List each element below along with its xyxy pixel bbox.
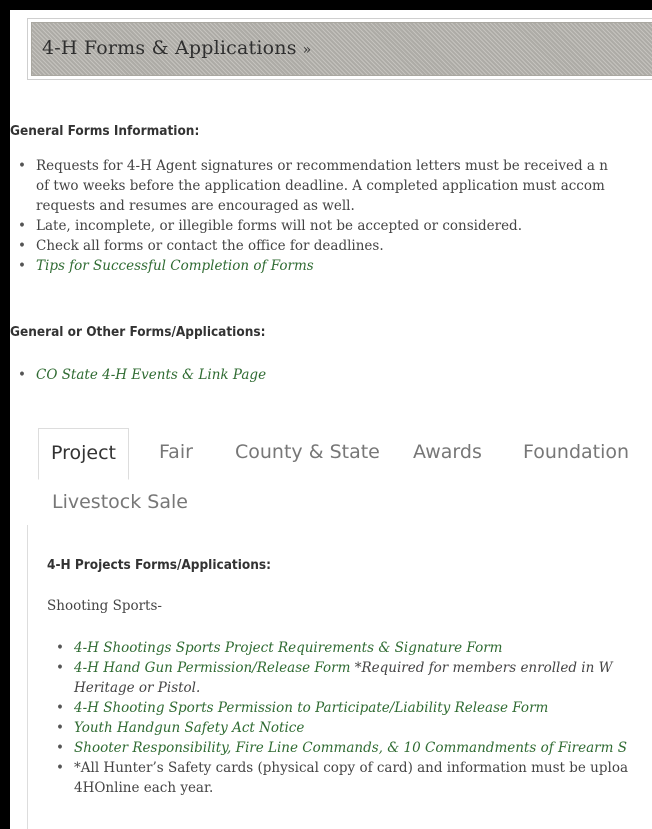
general-forms-item[interactable]: Tips for Successful Completion of Forms [10,256,608,276]
other-forms-item[interactable]: CO State 4-H Events & Link Page [10,365,266,385]
project-form-link[interactable]: 4-H Shootings Sports Project Requirement… [74,640,502,656]
other-forms-list: CO State 4-H Events & Link Page [10,365,266,385]
other-forms-link[interactable]: CO State 4-H Events & Link Page [36,367,266,383]
tab-foundation[interactable]: Foundation [523,428,629,478]
general-forms-list: Requests for 4-H Agent signatures or rec… [10,156,608,276]
general-forms-text: requests and resumes are encouraged as w… [36,198,355,214]
tab-county-state[interactable]: County & State [235,428,380,478]
project-form-link[interactable]: 4-H Hand Gun Permission/Release Form [74,660,350,676]
project-forms-heading: 4-H Projects Forms/Applications: [47,557,271,573]
project-form-item: *All Hunter’s Safety cards (physical cop… [48,758,628,798]
general-forms-item: Late, incomplete, or illegible forms wil… [10,216,608,236]
tab-project[interactable]: Project [38,428,130,480]
title-bar: 4-H Forms & Applications » [27,18,652,80]
tab-fair[interactable]: Fair [159,428,193,478]
tab-awards[interactable]: Awards [413,428,482,478]
project-form-note: *All Hunter’s Safety cards (physical cop… [74,760,629,776]
project-form-item: 4-H Shooting Sports Permission to Partic… [48,698,628,718]
page-title: 4-H Forms & Applications » [42,37,311,59]
general-forms-link[interactable]: Tips for Successful Completion of Forms [36,258,314,274]
page-title-text: 4-H Forms & Applications [42,37,297,59]
title-bar-background: 4-H Forms & Applications » [31,22,652,76]
general-forms-text: of two weeks before the application dead… [36,178,605,194]
other-forms-heading: General or Other Forms/Applications: [10,324,266,340]
project-panel: 4-H Projects Forms/Applications: Shootin… [27,525,652,829]
page: 4-H Forms & Applications » General Forms … [10,10,652,829]
project-form-note: *Required for members enrolled in W [350,660,613,676]
project-form-link[interactable]: Shooter Responsibility, Fire Line Comman… [74,740,627,756]
project-form-link[interactable]: Youth Handgun Safety Act Notice [74,720,304,736]
project-form-item: Shooter Responsibility, Fire Line Comman… [48,738,628,758]
chevron-right-icon: » [302,42,312,58]
project-form-link[interactable]: 4-H Shooting Sports Permission to Partic… [74,700,548,716]
general-forms-text: Requests for 4-H Agent signatures or rec… [36,158,608,174]
general-forms-text: Check all forms or contact the office fo… [36,238,384,254]
project-form-note: Heritage or Pistol. [74,680,201,696]
general-forms-item: Requests for 4-H Agent signatures or rec… [10,156,608,216]
general-forms-text: Late, incomplete, or illegible forms wil… [36,218,522,234]
general-forms-item: Check all forms or contact the office fo… [10,236,608,256]
tab-livestock-sale[interactable]: Livestock Sale [52,478,188,528]
general-forms-heading: General Forms Information: [10,123,200,139]
project-forms-list: 4-H Shootings Sports Project Requirement… [48,638,628,798]
project-form-item: 4-H Hand Gun Permission/Release Form *Re… [48,658,628,698]
project-form-item: 4-H Shootings Sports Project Requirement… [48,638,628,658]
project-form-note: 4HOnline each year. [74,780,214,796]
shooting-sports-label: Shooting Sports- [47,598,162,614]
project-form-item: Youth Handgun Safety Act Notice [48,718,628,738]
